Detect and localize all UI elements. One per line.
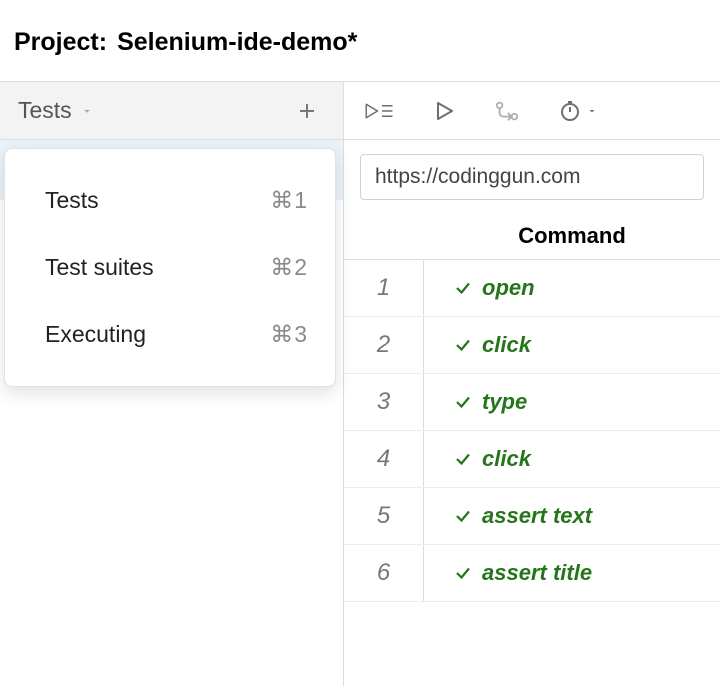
command-text: click	[482, 332, 531, 358]
speed-control[interactable]	[558, 99, 598, 123]
command-text: open	[482, 275, 535, 301]
run-current-button[interactable]	[432, 99, 456, 123]
check-icon	[454, 393, 472, 411]
command-row[interactable]: 5 assert text	[344, 488, 720, 545]
app-header: Project: Selenium-ide-demo*	[0, 0, 720, 81]
grid-header: Command	[344, 212, 720, 260]
project-name[interactable]: Selenium-ide-demo*	[117, 28, 357, 57]
command-row[interactable]: 3 type	[344, 374, 720, 431]
main-panel: Command 1 open 2 click	[344, 82, 720, 686]
base-url-input[interactable]	[360, 154, 704, 200]
shortcut-label: ⌘2	[270, 254, 307, 281]
add-test-button[interactable]	[289, 93, 325, 129]
dropdown-item-test-suites[interactable]: Test suites ⌘2	[5, 234, 335, 301]
check-icon	[454, 336, 472, 354]
command-text: assert text	[482, 503, 592, 529]
sidebar-toolbar: Tests	[0, 82, 343, 140]
dropdown-item-executing[interactable]: Executing ⌘3	[5, 301, 335, 368]
command-row[interactable]: 2 click	[344, 317, 720, 374]
shortcut-label: ⌘1	[270, 187, 307, 214]
command-column-header: Command	[424, 223, 720, 249]
row-number: 2	[344, 317, 424, 373]
tests-dropdown-label: Tests	[18, 97, 72, 124]
check-icon	[454, 279, 472, 297]
dropdown-item-tests[interactable]: Tests ⌘1	[5, 167, 335, 234]
tests-dropdown-trigger[interactable]: Tests	[18, 97, 94, 124]
step-button[interactable]	[494, 99, 520, 123]
check-icon	[454, 564, 472, 582]
command-text: assert title	[482, 560, 592, 586]
command-text: type	[482, 389, 527, 415]
toolbar	[344, 82, 720, 140]
row-number: 5	[344, 488, 424, 544]
row-number: 1	[344, 260, 424, 316]
dropdown-item-label: Tests	[45, 187, 99, 214]
dropdown-item-label: Executing	[45, 321, 146, 348]
command-row[interactable]: 1 open	[344, 260, 720, 317]
row-number: 4	[344, 431, 424, 487]
command-text: click	[482, 446, 531, 472]
chevron-down-icon	[586, 105, 598, 117]
command-row[interactable]: 4 click	[344, 431, 720, 488]
project-label: Project:	[14, 28, 107, 57]
check-icon	[454, 507, 472, 525]
chevron-down-icon	[80, 97, 94, 124]
shortcut-label: ⌘3	[270, 321, 307, 348]
check-icon	[454, 450, 472, 468]
command-row[interactable]: 6 assert title	[344, 545, 720, 602]
tests-dropdown-menu: Tests ⌘1 Test suites ⌘2 Executing ⌘3	[4, 148, 336, 387]
command-grid: 1 open 2 click 3	[344, 260, 720, 602]
dropdown-item-label: Test suites	[45, 254, 154, 281]
run-all-button[interactable]	[364, 99, 394, 123]
row-number: 6	[344, 545, 424, 601]
row-number: 3	[344, 374, 424, 430]
url-row	[344, 140, 720, 212]
